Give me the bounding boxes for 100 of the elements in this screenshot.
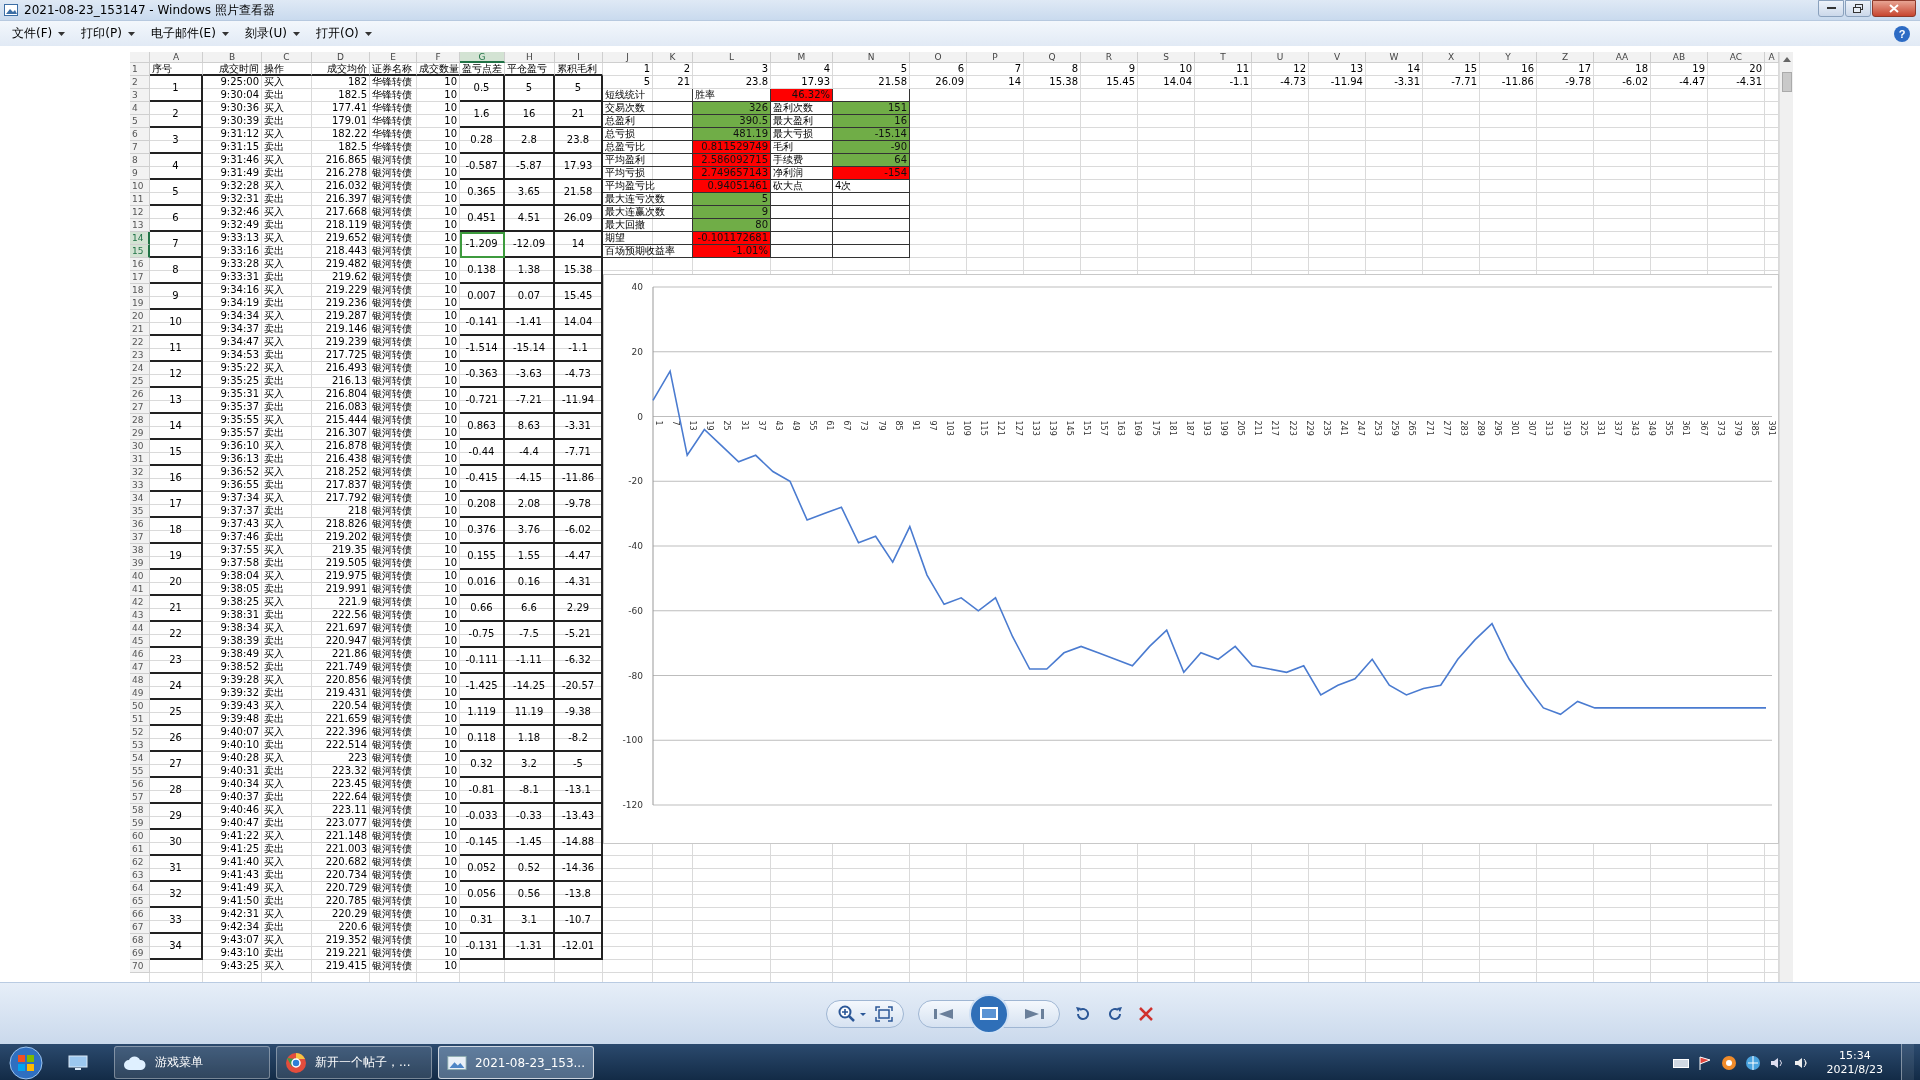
- taskbar-button[interactable]: 2021-08-23_153...: [438, 1046, 594, 1079]
- show-desktop-button[interactable]: [1901, 1044, 1914, 1080]
- row-header[interactable]: 56: [130, 778, 150, 791]
- row-header[interactable]: 36: [130, 518, 150, 531]
- row-header[interactable]: 41: [130, 583, 150, 596]
- row-header[interactable]: 23: [130, 349, 150, 362]
- column-header[interactable]: D: [312, 52, 370, 63]
- row-header[interactable]: 16: [130, 258, 150, 271]
- row-header[interactable]: 13: [130, 219, 150, 232]
- row-header[interactable]: 4: [130, 102, 150, 115]
- row-header[interactable]: 46: [130, 648, 150, 661]
- row-header[interactable]: 62: [130, 856, 150, 869]
- column-header[interactable]: K: [653, 52, 693, 63]
- row-header[interactable]: 28: [130, 414, 150, 427]
- column-header[interactable]: O: [910, 52, 967, 63]
- column-header[interactable]: AC: [1708, 52, 1765, 63]
- row-header[interactable]: 25: [130, 375, 150, 388]
- row-header[interactable]: 30: [130, 440, 150, 453]
- row-header[interactable]: 31: [130, 453, 150, 466]
- network-icon[interactable]: [1744, 1054, 1761, 1071]
- row-header[interactable]: 45: [130, 635, 150, 648]
- column-header[interactable]: P: [967, 52, 1024, 63]
- row-header[interactable]: 61: [130, 843, 150, 856]
- next-icon[interactable]: [1023, 1007, 1045, 1020]
- row-header[interactable]: 40: [130, 570, 150, 583]
- row-header[interactable]: 66: [130, 908, 150, 921]
- row-header[interactable]: 34: [130, 492, 150, 505]
- close-button[interactable]: [1872, 0, 1916, 17]
- column-header[interactable]: I: [555, 52, 603, 63]
- column-header[interactable]: AB: [1651, 52, 1708, 63]
- help-button[interactable]: ?: [1894, 25, 1910, 42]
- column-header[interactable]: S: [1138, 52, 1195, 63]
- row-header[interactable]: 37: [130, 531, 150, 544]
- row-header[interactable]: 53: [130, 739, 150, 752]
- row-header[interactable]: 14: [130, 232, 150, 245]
- taskbar-clock[interactable]: 15:34 2021/8/23: [1826, 1048, 1883, 1077]
- row-header[interactable]: 1: [130, 63, 150, 76]
- row-header[interactable]: 8: [130, 154, 150, 167]
- row-header[interactable]: 64: [130, 882, 150, 895]
- menu-item[interactable]: 刻录(U): [238, 23, 306, 44]
- flag-icon[interactable]: [1696, 1054, 1713, 1071]
- desktop-icon[interactable]: [68, 1054, 88, 1071]
- menu-item[interactable]: 文件(F): [6, 23, 72, 44]
- row-header[interactable]: 59: [130, 817, 150, 830]
- scroll-thumb[interactable]: [1781, 72, 1792, 92]
- column-header[interactable]: B: [203, 52, 262, 63]
- row-header[interactable]: 12: [130, 206, 150, 219]
- row-header[interactable]: 20: [130, 310, 150, 323]
- row-header[interactable]: 42: [130, 596, 150, 609]
- column-header[interactable]: U: [1252, 52, 1309, 63]
- row-header[interactable]: 19: [130, 297, 150, 310]
- column-header[interactable]: J: [603, 52, 653, 63]
- column-header[interactable]: M: [771, 52, 833, 63]
- column-header[interactable]: N: [833, 52, 910, 63]
- row-header[interactable]: 63: [130, 869, 150, 882]
- column-header[interactable]: R: [1081, 52, 1138, 63]
- row-header[interactable]: 32: [130, 466, 150, 479]
- row-header[interactable]: 27: [130, 401, 150, 414]
- row-header[interactable]: 67: [130, 921, 150, 934]
- delete-icon[interactable]: [1138, 1005, 1154, 1022]
- row-header[interactable]: 39: [130, 557, 150, 570]
- column-header[interactable]: X: [1423, 52, 1480, 63]
- row-header[interactable]: 33: [130, 479, 150, 492]
- row-header[interactable]: 11: [130, 193, 150, 206]
- row-header[interactable]: 60: [130, 830, 150, 843]
- rotate-left-icon[interactable]: [1074, 1004, 1092, 1023]
- column-header[interactable]: T: [1195, 52, 1252, 63]
- row-header[interactable]: 7: [130, 141, 150, 154]
- row-header[interactable]: 38: [130, 544, 150, 557]
- row-header[interactable]: 48: [130, 674, 150, 687]
- previous-icon[interactable]: [933, 1007, 955, 1020]
- row-header[interactable]: 65: [130, 895, 150, 908]
- column-header[interactable]: A: [150, 52, 203, 63]
- row-header[interactable]: 68: [130, 934, 150, 947]
- row-header[interactable]: 47: [130, 661, 150, 674]
- row-header[interactable]: 57: [130, 791, 150, 804]
- column-header[interactable]: L: [693, 52, 771, 63]
- shield-icon[interactable]: [1720, 1054, 1737, 1071]
- start-button[interactable]: [6, 1044, 46, 1080]
- row-header[interactable]: 50: [130, 700, 150, 713]
- row-header[interactable]: 15: [130, 245, 150, 258]
- row-header[interactable]: 58: [130, 804, 150, 817]
- row-header[interactable]: 17: [130, 271, 150, 284]
- menu-item[interactable]: 电子邮件(E): [144, 23, 235, 44]
- taskbar-button[interactable]: 新开一个帖子，...: [276, 1046, 432, 1079]
- rotate-right-icon[interactable]: [1106, 1004, 1124, 1023]
- row-header[interactable]: 3: [130, 89, 150, 102]
- slideshow-icon[interactable]: [969, 993, 1009, 1034]
- zoom-icon[interactable]: [837, 1004, 867, 1023]
- row-header[interactable]: 51: [130, 713, 150, 726]
- row-header[interactable]: 52: [130, 726, 150, 739]
- row-header[interactable]: 69: [130, 947, 150, 960]
- column-header[interactable]: H: [505, 52, 555, 63]
- row-header[interactable]: 43: [130, 609, 150, 622]
- column-header[interactable]: C: [262, 52, 312, 63]
- row-header[interactable]: 6: [130, 128, 150, 141]
- column-header[interactable]: AA: [1594, 52, 1651, 63]
- row-header[interactable]: 21: [130, 323, 150, 336]
- column-header[interactable]: F: [417, 52, 460, 63]
- row-header[interactable]: 9: [130, 167, 150, 180]
